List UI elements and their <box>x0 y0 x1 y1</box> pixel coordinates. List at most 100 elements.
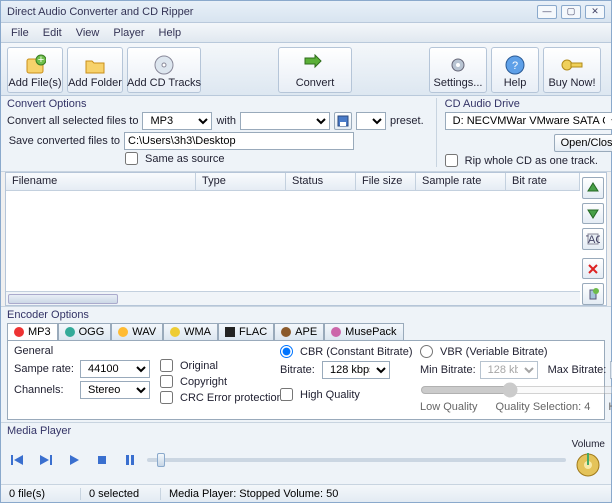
copyright-checkbox[interactable] <box>160 375 173 388</box>
rip-whole-checkbox[interactable] <box>445 154 458 167</box>
add-folder-button[interactable]: Add Folder <box>67 47 123 93</box>
cd-drive-select[interactable]: D: NECVMWar VMware SATA CD01 v1.0t <box>445 112 612 130</box>
tag-button[interactable]: TAG <box>582 228 604 250</box>
seek-bar[interactable] <box>147 458 566 462</box>
encoder-options: Encoder Options MP3 OGG WAV WMA FLAC APE… <box>1 306 611 423</box>
folder-icon <box>84 53 106 77</box>
col-bitrate[interactable]: Bit rate <box>506 173 580 190</box>
media-player-label: Media Player <box>7 425 605 437</box>
encoder-options-label: Encoder Options <box>7 309 605 321</box>
svg-text:TAG: TAG <box>586 234 600 246</box>
crc-checkbox[interactable] <box>160 391 173 404</box>
remove-button[interactable] <box>582 258 604 280</box>
tab-wma[interactable]: WMA <box>163 323 218 340</box>
menu-player[interactable]: Player <box>107 25 150 41</box>
tab-ape[interactable]: APE <box>274 323 324 340</box>
col-type[interactable]: Type <box>196 173 286 190</box>
crc-label: CRC Error protection <box>180 392 283 404</box>
high-quality-checkbox[interactable] <box>280 388 293 401</box>
pause-button[interactable] <box>119 451 141 469</box>
cbr-radio[interactable] <box>280 345 293 358</box>
col-filesize[interactable]: File size <box>356 173 416 190</box>
general-label: General <box>14 345 150 357</box>
wav-icon <box>118 327 128 337</box>
move-up-button[interactable] <box>582 177 604 199</box>
tab-wav[interactable]: WAV <box>111 323 163 340</box>
cd-drive-label: CD Audio Drive <box>445 98 612 110</box>
status-bar: 0 file(s) 0 selected Media Player: Stopp… <box>1 484 611 502</box>
close-button[interactable]: ✕ <box>585 5 605 19</box>
file-list[interactable]: Filename Type Status File size Sample ra… <box>5 172 607 306</box>
high-quality-label: High Quality <box>300 389 360 401</box>
channels-label: Channels: <box>14 384 76 396</box>
col-status[interactable]: Status <box>286 173 356 190</box>
seek-thumb[interactable] <box>157 453 165 467</box>
volume-knob[interactable] <box>573 450 603 480</box>
col-samplerate[interactable]: Sample rate <box>416 173 506 190</box>
next-button[interactable] <box>35 451 57 469</box>
settings-button[interactable]: Settings... <box>429 47 487 93</box>
menu-help[interactable]: Help <box>153 25 188 41</box>
status-media: Media Player: Stopped Volume: 50 <box>161 488 611 500</box>
add-cd-tracks-button[interactable]: Add CD Tracks <box>127 47 201 93</box>
horizontal-scrollbar[interactable] <box>6 291 580 305</box>
tab-ogg[interactable]: OGG <box>58 323 112 340</box>
scrollbar-thumb[interactable] <box>8 294 118 304</box>
vbr-radio[interactable] <box>420 345 433 358</box>
open-close-button[interactable]: Open/Close <box>554 134 612 152</box>
volume-label: Volume <box>572 439 605 450</box>
gear-icon <box>447 53 469 77</box>
channels-select[interactable]: Stereo <box>80 381 150 399</box>
sample-rate-select[interactable]: 44100 <box>80 360 150 378</box>
mp3-icon <box>14 327 24 337</box>
tab-musepack[interactable]: MusePack <box>324 323 403 340</box>
status-selected: 0 selected <box>81 488 161 500</box>
ape-icon <box>281 327 291 337</box>
cbr-label: CBR (Constant Bitrate) <box>300 346 412 358</box>
menu-view[interactable]: View <box>70 25 106 41</box>
vbr-label: VBR (Veriable Bitrate) <box>440 346 548 358</box>
sample-rate-label: Sampe rate: <box>14 363 76 375</box>
help-icon: ? <box>504 53 526 77</box>
original-checkbox[interactable] <box>160 359 173 372</box>
maximize-button[interactable]: ▢ <box>561 5 581 19</box>
save-to-label: Save converted files to <box>7 135 120 147</box>
same-as-source-label: Same as source <box>145 153 224 165</box>
min-bitrate-label: Min Bitrate: <box>420 364 476 376</box>
convert-button[interactable]: Convert <box>278 47 352 93</box>
bitrate-select[interactable]: 128 kbps <box>322 361 390 379</box>
titlebar: Direct Audio Converter and CD Ripper — ▢… <box>1 1 611 23</box>
buy-now-button[interactable]: Buy Now! <box>543 47 601 93</box>
save-path-input[interactable] <box>124 132 354 150</box>
save-preset-button[interactable] <box>334 112 352 130</box>
quality-selection-label: Quality Selection: 4 <box>496 401 591 413</box>
format-select[interactable]: MP3 <box>142 112 212 130</box>
minimize-button[interactable]: — <box>537 5 557 19</box>
convert-options-label: Convert Options <box>7 98 424 110</box>
stop-button[interactable] <box>91 451 113 469</box>
high-quality-label2: High Quality <box>608 401 612 413</box>
tab-mp3[interactable]: MP3 <box>7 323 58 340</box>
clear-button[interactable] <box>582 283 604 305</box>
quality-slider[interactable] <box>420 382 612 398</box>
musepack-icon <box>331 327 341 337</box>
menu-file[interactable]: File <box>5 25 35 41</box>
preset-dropdown[interactable] <box>356 112 386 130</box>
convert-icon <box>303 53 327 77</box>
toolbar: + Add File(s) Add Folder Add CD Tracks C… <box>1 43 611 96</box>
min-bitrate-select[interactable]: 128 kbps <box>480 361 538 379</box>
flac-icon <box>225 327 235 337</box>
add-files-button[interactable]: + Add File(s) <box>7 47 63 93</box>
move-down-button[interactable] <box>582 203 604 225</box>
original-label: Original <box>180 360 218 372</box>
col-filename[interactable]: Filename <box>6 173 196 190</box>
preset-select[interactable] <box>240 112 330 130</box>
tab-flac[interactable]: FLAC <box>218 323 274 340</box>
menu-edit[interactable]: Edit <box>37 25 68 41</box>
help-button[interactable]: ? Help <box>491 47 539 93</box>
play-button[interactable] <box>63 451 85 469</box>
same-as-source-checkbox[interactable] <box>125 152 138 165</box>
prev-button[interactable] <box>7 451 29 469</box>
rip-whole-label: Rip whole CD as one track. <box>465 155 598 167</box>
with-label: with <box>216 115 236 127</box>
